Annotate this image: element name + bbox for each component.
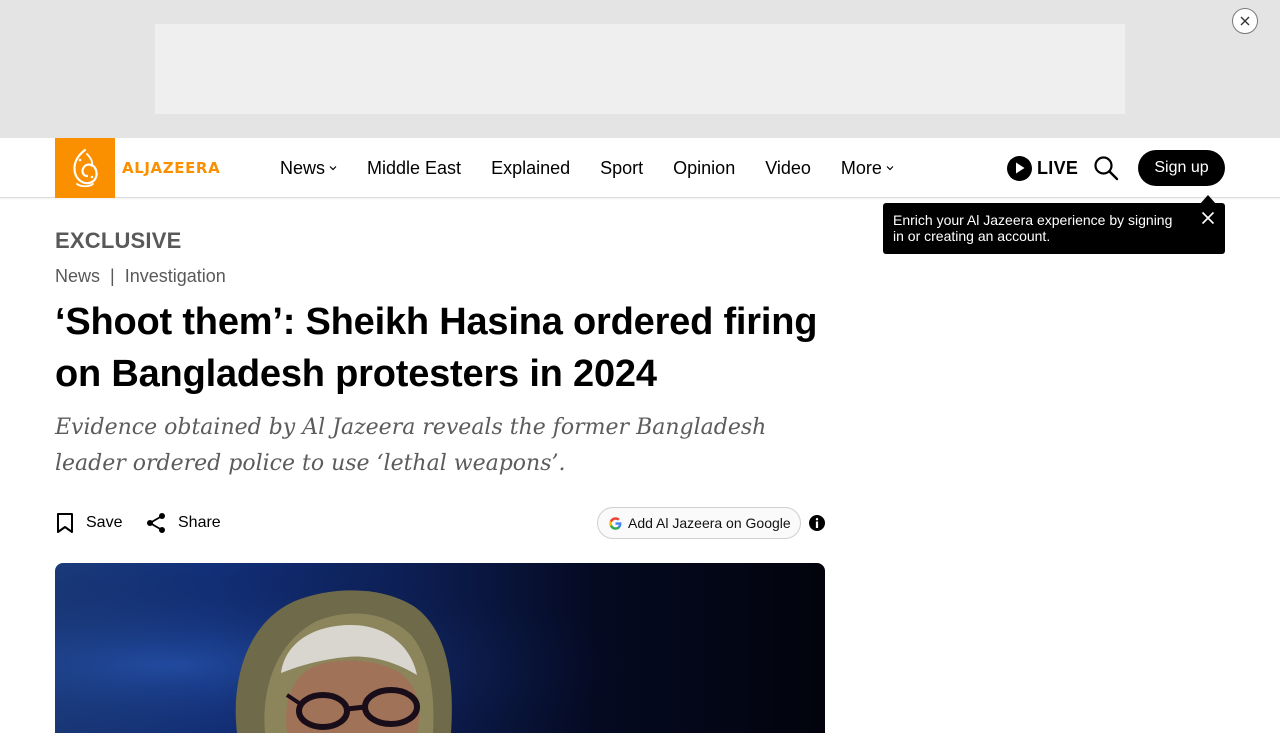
share-button[interactable]: Share (146, 510, 221, 536)
nav-item-more[interactable]: More (841, 158, 894, 179)
live-button[interactable]: LIVE (1007, 155, 1078, 181)
google-g-icon (609, 516, 622, 530)
tooltip-text: Enrich your Al Jazeera experience by sig… (893, 212, 1173, 244)
close-icon (1201, 211, 1215, 225)
nav-item-label: News (280, 157, 326, 178)
main-nav: News Middle East Explained Sport Opinion… (280, 138, 924, 198)
chevron-down-icon (886, 164, 894, 172)
play-icon (1007, 155, 1032, 181)
share-icon (147, 513, 165, 533)
close-icon (1240, 16, 1250, 26)
site-header: ALJAZEERA News Middle East Explained Spo… (0, 138, 1280, 198)
info-icon[interactable] (809, 515, 825, 531)
sign-in-tooltip: Enrich your Al Jazeera experience by sig… (883, 203, 1225, 254)
article-kicker: EXCLUSIVE (55, 228, 182, 253)
nav-item-sport[interactable]: Sport (600, 158, 643, 179)
nav-item-label: Middle East (367, 157, 462, 178)
sign-up-button[interactable]: Sign up (1138, 150, 1225, 186)
tooltip-close-button[interactable] (1201, 211, 1215, 225)
breadcrumb-investigation-link[interactable]: Investigation (125, 266, 226, 287)
nav-item-opinion[interactable]: Opinion (673, 158, 735, 179)
ad-banner (0, 0, 1280, 138)
save-button[interactable]: Save (56, 510, 122, 536)
share-label: Share (178, 514, 221, 531)
nav-item-label: Opinion (673, 157, 736, 178)
bookmark-icon (57, 513, 73, 533)
nav-item-label: Video (765, 157, 811, 178)
ad-slot[interactable] (155, 24, 1125, 114)
chevron-down-icon (329, 164, 337, 172)
nav-item-label: Sport (600, 157, 644, 178)
nav-item-label: Explained (491, 157, 571, 178)
nav-item-video[interactable]: Video (765, 158, 811, 179)
nav-item-middle-east[interactable]: Middle East (367, 158, 461, 179)
add-on-google-button[interactable]: Add Al Jazeera on Google (597, 507, 801, 539)
article-hero-image (55, 563, 825, 733)
search-button[interactable] (1093, 155, 1119, 181)
breadcrumb-news-link[interactable]: News (55, 266, 100, 287)
article-dek: Evidence obtained by Al Jazeera reveals … (55, 415, 767, 476)
nav-item-explained[interactable]: Explained (491, 158, 570, 179)
logo[interactable]: ALJAZEERA (55, 138, 220, 198)
google-pill-label: Add Al Jazeera on Google (628, 515, 791, 531)
logo-mark-icon (55, 138, 115, 198)
breadcrumb: News | Investigation (55, 266, 226, 287)
logo-text: ALJAZEERA (122, 159, 221, 177)
nav-item-news[interactable]: News (280, 158, 337, 179)
ad-close-button[interactable] (1232, 8, 1258, 34)
live-label: LIVE (1037, 157, 1079, 178)
save-label: Save (86, 514, 123, 531)
nav-item-label: More (840, 157, 882, 178)
search-icon (1094, 156, 1119, 181)
article-headline: ‘Shoot them’: Sheikh Hasina ordered firi… (55, 301, 818, 395)
breadcrumb-separator: | (110, 266, 115, 286)
